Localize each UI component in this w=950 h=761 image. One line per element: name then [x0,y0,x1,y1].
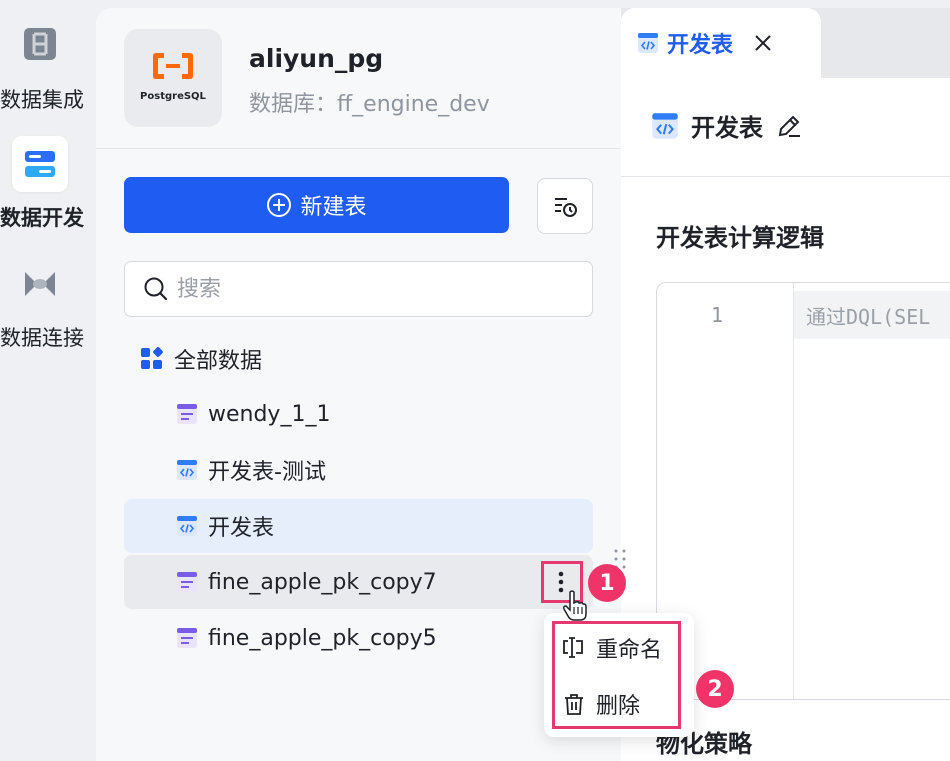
search-box[interactable] [124,261,593,317]
history-button[interactable] [537,178,593,234]
tab-dev-table[interactable]: 开发表 [621,8,821,78]
annotation-badge-1: 1 [588,564,626,602]
divider [621,176,950,177]
page-title: 开发表 [691,114,763,142]
annotation-highlight-menu [552,621,681,729]
tab-label: 开发表 [667,33,734,58]
database-name: aliyun_pg [249,44,384,73]
tree-item-label: 开发表-测试 [208,460,326,485]
rail-label: 数据连接 [0,326,84,350]
edit-icon[interactable] [775,112,803,140]
data-integration-icon [12,16,68,72]
tree-item-fine-apple-pk-copy7[interactable]: fine_apple_pk_copy7 [124,555,593,609]
database-logo: PostgreSQL [124,29,222,127]
tree-item-label: fine_apple_pk_copy7 [208,569,437,595]
data-development-icon [12,136,68,192]
database-card: PostgreSQL aliyun_pg 数据库：ff_engine_dev [96,8,621,149]
table-list-panel: PostgreSQL aliyun_pg 数据库：ff_engine_dev 新… [96,8,621,761]
dev-table-icon [638,33,658,53]
search-icon [144,277,168,301]
tree-item-fine-apple-pk-copy5[interactable]: fine_apple_pk_copy5 [124,611,593,665]
tree-item-label: fine_apple_pk_copy5 [208,625,437,651]
app-rail: 数据集成 数据开发 数据连接 [0,0,96,761]
tree-item-dev-table-test[interactable]: 开发表-测试 [124,443,593,497]
tree-root-all-data[interactable]: 全部数据 [140,344,262,374]
tree-item-wendy-1-1[interactable]: wendy_1_1 [124,387,593,441]
dev-table-icon [177,460,197,480]
dataset-icon [177,628,197,648]
tree-item-label: wendy_1_1 [208,401,331,427]
dataset-icon [177,572,197,592]
dev-table-icon [652,112,678,139]
history-icon [555,198,577,217]
tab-bar: 开发表 [621,8,950,78]
rail-label: 数据集成 [0,88,84,112]
tree-item-dev-table[interactable]: 开发表 [124,499,593,553]
new-table-label: 新建表 [300,195,367,220]
line-number: 1 [711,303,724,327]
search-input[interactable] [177,262,577,316]
code-placeholder[interactable]: 通过DQL(SEL [794,291,950,339]
close-icon[interactable] [753,33,773,53]
dev-table-icon [177,516,197,536]
dataset-icon [177,404,197,424]
tree-item-label: 开发表 [208,516,275,541]
annotation-badge-2: 2 [696,670,734,708]
content-header: 开发表 [651,108,803,143]
plus-circle-icon [267,193,292,217]
code-editor[interactable]: 1 通过DQL(SEL [656,282,950,700]
database-subtitle: 数据库：ff_engine_dev [249,92,490,117]
aliyun-logo-icon [153,53,193,79]
tree-root-label: 全部数据 [174,349,263,374]
rail-label: 数据开发 [0,206,84,230]
hand-cursor-icon [563,590,587,621]
all-data-icon [141,347,163,369]
new-table-button[interactable]: 新建表 [124,177,509,233]
data-connection-icon [12,256,68,312]
logo-text: PostgreSQL [140,91,206,102]
section-title-logic: 开发表计算逻辑 [656,224,824,252]
